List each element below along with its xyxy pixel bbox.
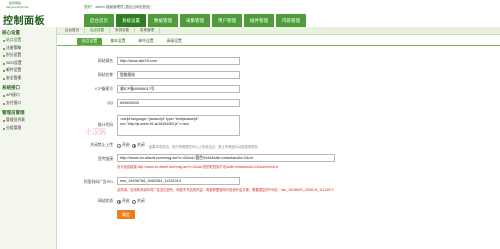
tab-site-settings[interactable]: 站点设置 [77, 38, 103, 45]
radio-dot-selected[interactable] [132, 143, 136, 148]
sidebar-item-site-settings[interactable]: 站点设置 [0, 37, 56, 45]
qq-input[interactable]: 695693343 [117, 99, 240, 107]
welcome-suffix[interactable]: 超级管理员 [退出] [网站首页] [106, 5, 150, 9]
sidebar: 核心设置 站点设置 注册策略 积分设置 SEO设置 邮件设置 安全管理 系统接口… [0, 27, 57, 249]
nav-tab-users[interactable]: 用户管理 [212, 14, 242, 27]
radio-dot[interactable] [117, 143, 121, 148]
radio-label-off: 关闭 [137, 199, 145, 203]
sidebar-item-admin-list[interactable]: 管理员列表 [0, 117, 56, 125]
logo[interactable]: 技术网站 hanyuan123.com 控制面板 [0, 0, 52, 27]
sidebar-group-admins[interactable]: 管理员管理 [0, 107, 56, 117]
breadcrumb-menu[interactable]: 菜单管理 [135, 28, 160, 33]
icp-label: ICP备案号 [95, 87, 113, 91]
welcome-text: 您好！ admin 超级管理员 [退出] [网站首页] [84, 5, 150, 10]
radio-label-on: 开启 [122, 199, 130, 203]
nav-tab-content[interactable]: 内容管理 [276, 14, 306, 27]
tab-advanced-settings[interactable]: 高级设置 [162, 38, 187, 45]
breadcrumb-home[interactable]: 后台首页 [60, 28, 85, 33]
nav-tab-data[interactable]: 数据管理 [148, 14, 178, 27]
site-name-input[interactable]: 智能图站 [117, 71, 240, 79]
sidebar-item-points[interactable]: 积分设置 [0, 52, 56, 60]
radio-label-off: 关闭 [137, 143, 145, 147]
sidebar-item-payment[interactable]: 支付接口 [0, 100, 56, 108]
radio-dot[interactable] [132, 199, 136, 204]
promo-url-input[interactable]: http://amos.im.alisoft.com/msg.aw?v=2&ui… [117, 154, 335, 162]
stats-code-textarea[interactable]: <script language="javascript" type="text… [117, 115, 240, 136]
sidebar-group-core[interactable]: 核心设置 [0, 27, 56, 37]
promo-url-hint: 设计信息链接:http://amos.im.alisoft.com/msg.aw… [117, 165, 279, 169]
site-name-label: 网站名称 [97, 73, 113, 77]
sidebar-item-security[interactable]: 安全管理 [0, 75, 56, 83]
nav-tab-plugins[interactable]: 插件管理 [244, 14, 274, 27]
sidebar-group-interfaces[interactable]: 系统接口 [0, 82, 56, 92]
logo-site-url: hanyuan123.com [6, 5, 30, 9]
welcome-prefix: 您好！ [84, 5, 95, 9]
breadcrumb: 后台首页 站点设置 系统设置 菜单管理 [57, 27, 500, 35]
site-status-label: 网站状态 [97, 199, 113, 203]
tab-basic-settings[interactable]: 基本设置 [105, 38, 130, 45]
icp-input[interactable]: 湘ICP备09086017号 [117, 85, 240, 93]
watermark-text: 小汉网 [85, 128, 106, 136]
logo-title: 控制面板 [3, 16, 45, 27]
close-upload-label: 关闭禁止上传 [90, 143, 113, 147]
radio-label-on: 开启 [122, 143, 130, 147]
sidebar-item-api[interactable]: API接口 [0, 92, 56, 100]
ad-pid-hint: 必须填，否则有未填写时广告空位缺失。例如不开启的内容，淘宝联盟官网可查询开启方案… [117, 188, 334, 192]
top-nav: 后台首页 系统设置 数据管理 采集管理 用户管理 插件管理 内容管理 [84, 14, 308, 27]
tab-mail-settings[interactable]: 邮件设置 [133, 38, 158, 45]
site-domain-label: 网站域名 [97, 59, 113, 63]
sub-tabs: 站点设置 基本设置 邮件设置 高级设置 [57, 38, 500, 46]
promo-url-label: 宣传链接 [97, 157, 113, 161]
site-status-radio-on[interactable]: 开启 [117, 199, 130, 204]
radio-dot-selected[interactable] [117, 199, 121, 204]
sidebar-item-group-manage[interactable]: 分组管理 [0, 125, 56, 133]
site-domain-input[interactable]: http://www.alia78.com [117, 57, 240, 65]
submit-button[interactable]: 确定 [117, 210, 135, 219]
close-upload-radio-on[interactable]: 开启 [117, 143, 130, 148]
site-status-radio-off[interactable]: 关闭 [132, 199, 145, 204]
sidebar-item-register[interactable]: 注册策略 [0, 45, 56, 53]
breadcrumb-site-settings[interactable]: 站点设置 [85, 28, 110, 33]
sidebar-item-mail[interactable]: 邮件设置 [0, 67, 56, 75]
nav-tab-collect[interactable]: 采集管理 [180, 14, 210, 27]
nav-tab-system[interactable]: 系统设置 [116, 14, 146, 27]
header: 技术网站 hanyuan123.com 控制面板 您好！ admin 超级管理员… [0, 0, 500, 27]
ad-pid-input[interactable]: mm_34936756_3462454_11331014 [117, 177, 240, 185]
welcome-user[interactable]: admin [95, 5, 105, 9]
breadcrumb-system[interactable]: 系统设置 [110, 28, 135, 33]
close-upload-radio-off[interactable]: 关闭 [132, 143, 145, 148]
qq-label: QQ [107, 101, 113, 105]
ad-pid-label: 阿里妈妈广告PID [83, 180, 113, 184]
sidebar-item-seo[interactable]: SEO设置 [0, 60, 56, 68]
close-upload-hint: 如果本项关闭，则只有管理员可以上传到站点，禁止所有图片功能暂停服务 [149, 144, 258, 149]
nav-tab-home[interactable]: 后台首页 [84, 14, 114, 27]
